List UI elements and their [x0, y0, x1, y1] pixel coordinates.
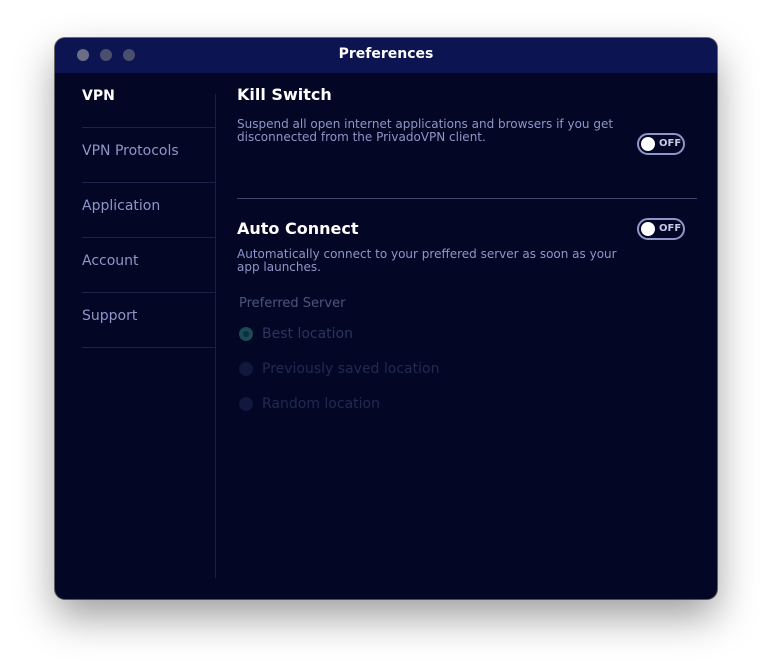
- sidebar-item-label: VPN: [82, 88, 115, 104]
- toggle-state-label: OFF: [659, 138, 682, 149]
- title-bar: Preferences: [55, 38, 717, 73]
- auto-connect-description: Automatically connect to your preffered …: [237, 247, 617, 274]
- sidebar-divider: [215, 94, 216, 578]
- sidebar-item-label: Application: [82, 198, 161, 214]
- sidebar-item-application[interactable]: Application: [82, 183, 216, 238]
- auto-connect-title: Auto Connect: [237, 219, 359, 238]
- preferences-window: Preferences VPN VPN Protocols Applicatio…: [55, 38, 717, 599]
- radio-label: Best location: [262, 326, 353, 342]
- sidebar-item-label: VPN Protocols: [82, 143, 179, 159]
- sidebar-item-account[interactable]: Account: [82, 238, 216, 293]
- radio-label: Random location: [262, 396, 380, 412]
- sidebar: VPN VPN Protocols Application Account Su…: [55, 73, 216, 599]
- kill-switch-toggle[interactable]: OFF: [637, 133, 685, 155]
- sidebar-item-vpn-protocols[interactable]: VPN Protocols: [82, 128, 216, 183]
- sidebar-item-support[interactable]: Support: [82, 293, 216, 348]
- preferred-server-label: Preferred Server: [239, 296, 346, 311]
- sidebar-item-vpn[interactable]: VPN: [82, 73, 216, 128]
- kill-switch-description: Suspend all open internet applications a…: [237, 117, 614, 144]
- toggle-knob: [641, 222, 655, 236]
- kill-switch-title: Kill Switch: [237, 85, 332, 104]
- window-title: Preferences: [338, 46, 434, 62]
- toggle-state-label: OFF: [659, 223, 682, 234]
- radio-button[interactable]: [239, 362, 253, 376]
- sidebar-item-label: Account: [82, 253, 139, 269]
- sidebar-item-label: Support: [82, 308, 138, 324]
- radio-button[interactable]: [239, 397, 253, 411]
- section-divider: [237, 198, 697, 199]
- radio-button[interactable]: [239, 327, 253, 341]
- radio-label: Previously saved location: [262, 361, 440, 377]
- toggle-knob: [641, 137, 655, 151]
- auto-connect-toggle[interactable]: OFF: [637, 218, 685, 240]
